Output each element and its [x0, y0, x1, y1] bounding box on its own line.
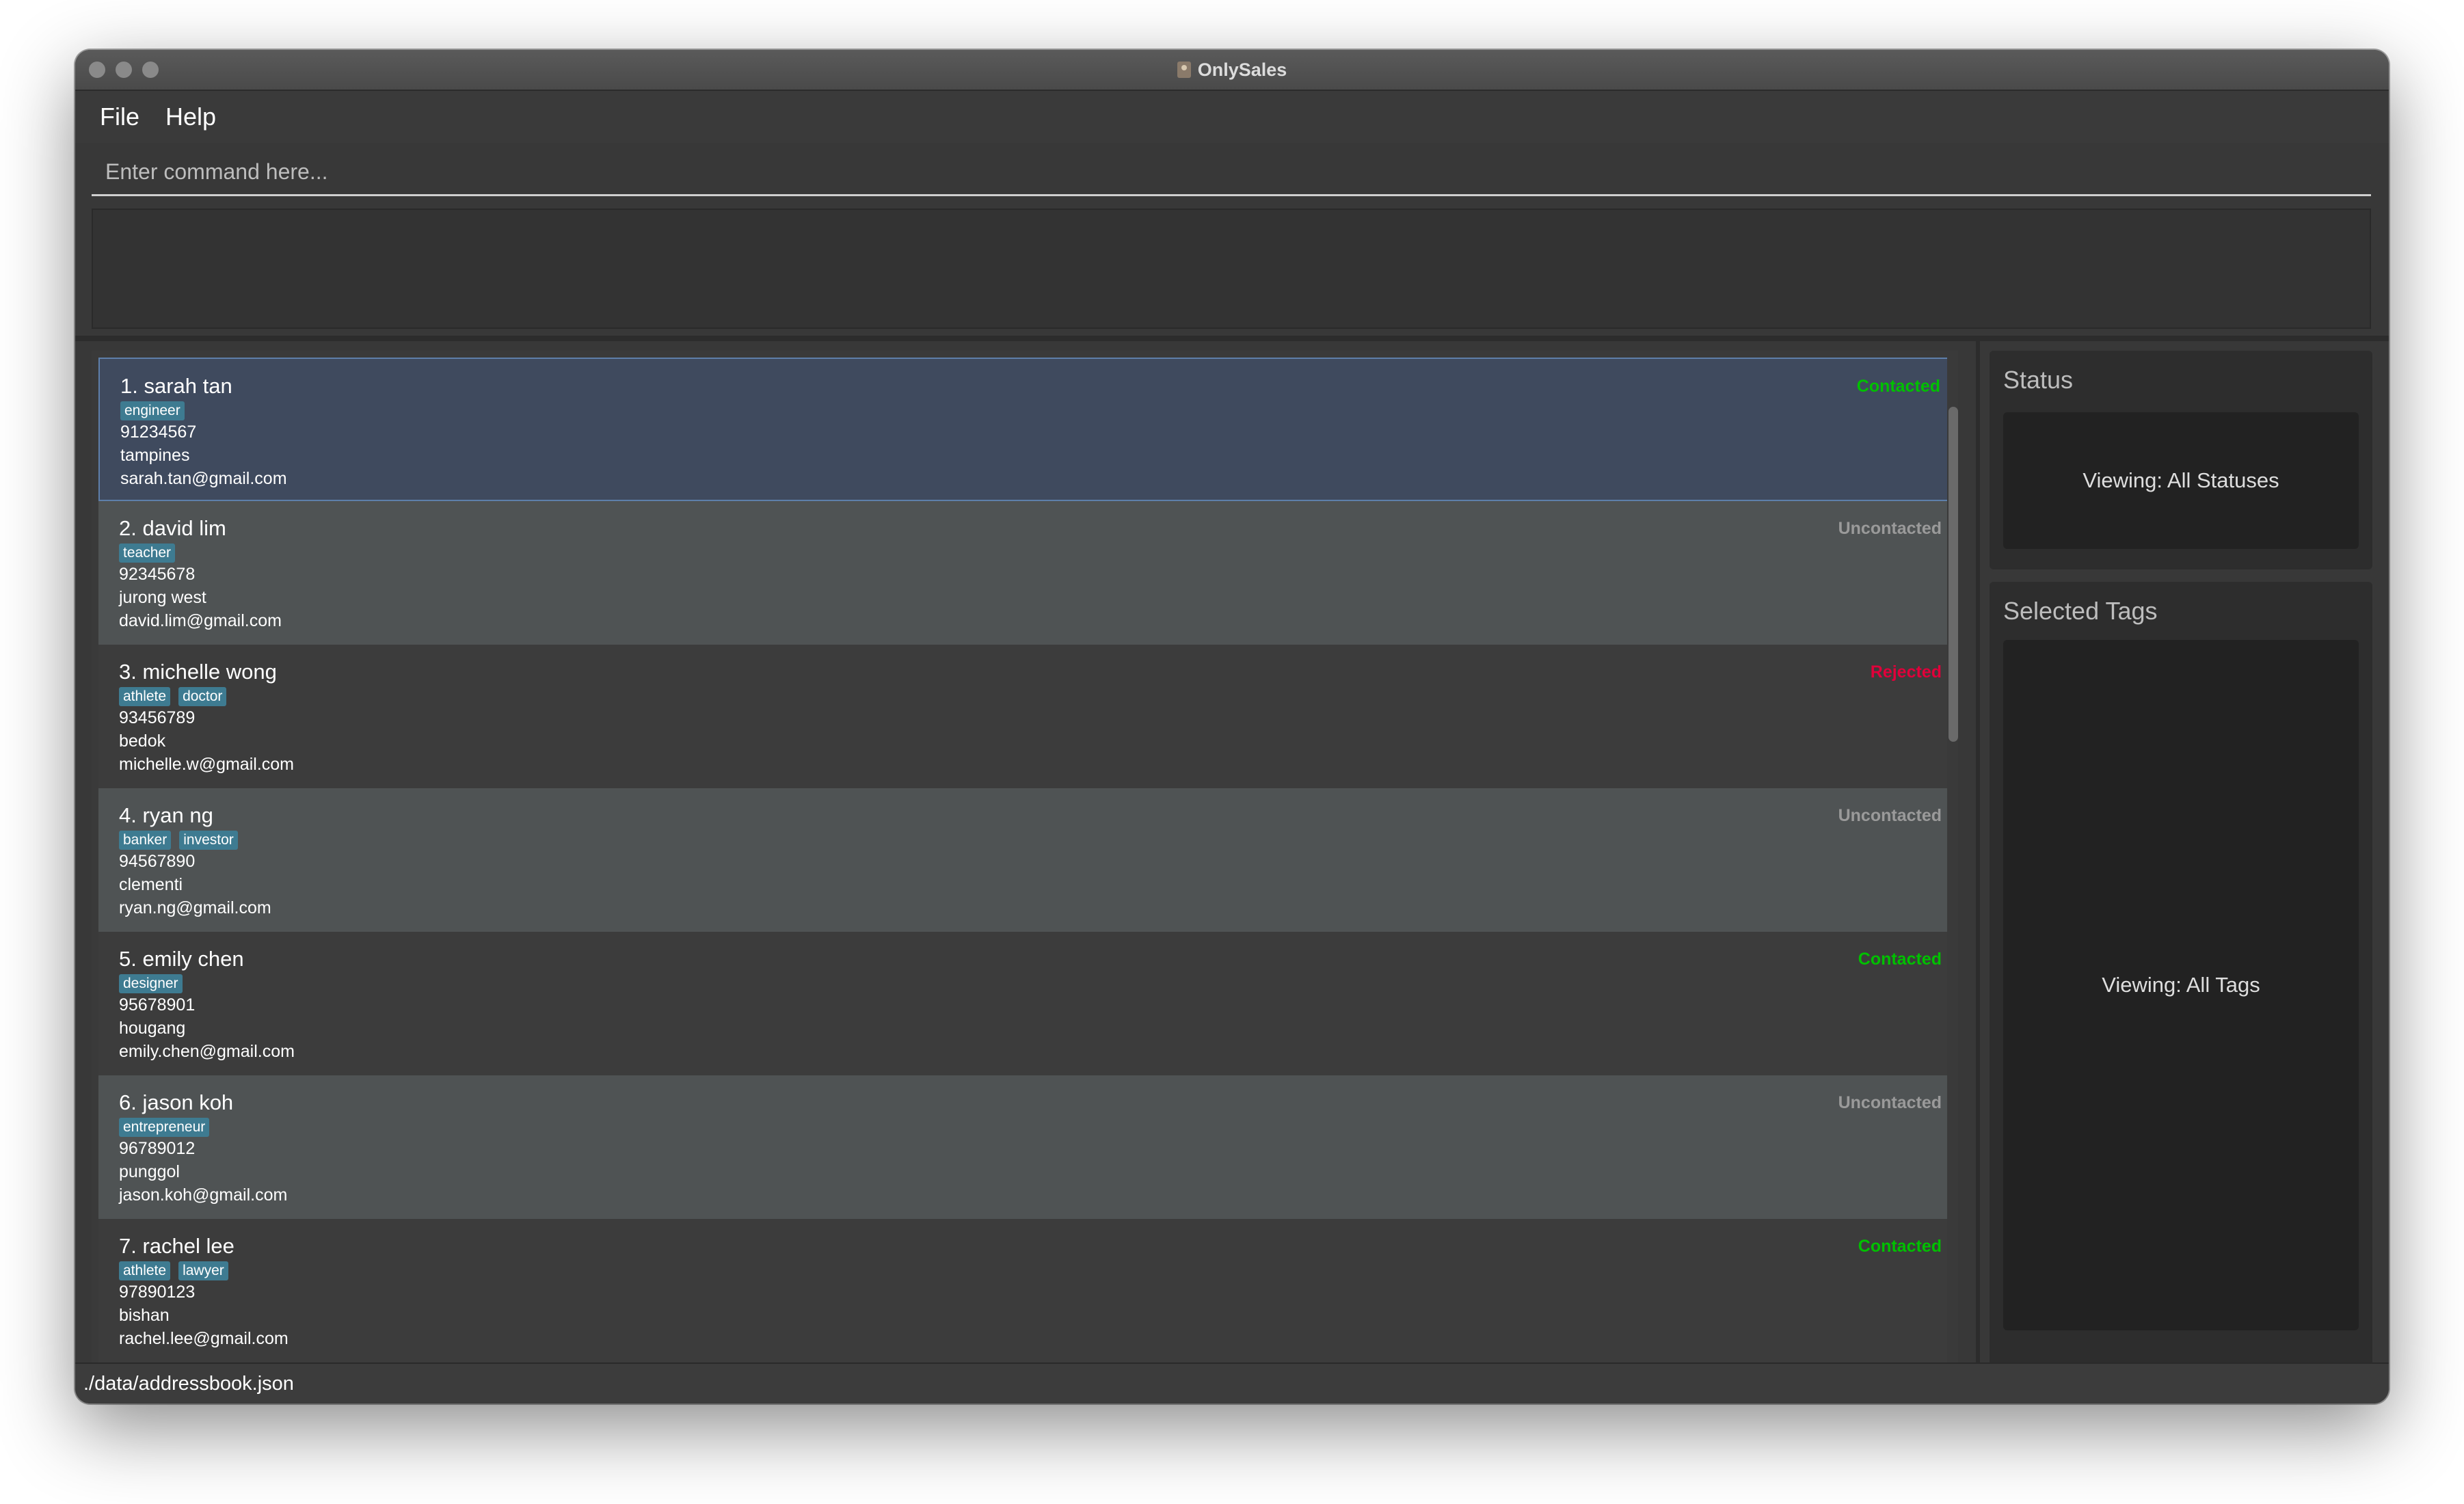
title-bar: OnlySales [75, 50, 2389, 91]
person-list[interactable]: 1. sarah tan engineer 91234567 tampines sara… [98, 358, 1949, 1362]
menu-bar: File Help [75, 91, 2389, 143]
tag-badge: designer [119, 974, 183, 993]
tag-list: athlete doctor [119, 687, 1928, 706]
person-email: david.lim@gmail.com [119, 611, 282, 630]
person-status: Rejected [1870, 662, 1942, 682]
selected-tags-title: Selected Tags [2003, 597, 2158, 625]
person-phone: 91234567 [120, 422, 197, 442]
person-address: jurong west [119, 588, 206, 607]
person-address: clementi [119, 875, 183, 894]
person-name: 3. michelle wong [119, 660, 277, 684]
person-phone: 94567890 [119, 852, 196, 871]
person-phone: 97890123 [119, 1283, 196, 1302]
person-status: Uncontacted [1838, 1093, 1942, 1112]
person-phone: 96789012 [119, 1139, 196, 1158]
person-phone: 93456789 [119, 708, 196, 727]
person-card[interactable]: 5. emily chen designer 95678901 hougang emil… [98, 932, 1949, 1075]
tags-filter-value: Viewing: All Tags [2102, 973, 2260, 997]
tag-badge: athlete [119, 1261, 171, 1280]
window-title: OnlySales [1197, 59, 1287, 80]
person-address: hougang [119, 1019, 186, 1038]
person-name: 7. rachel lee [119, 1234, 235, 1258]
tag-badge: investor [179, 831, 238, 850]
pane-divider [75, 336, 2389, 341]
command-input[interactable] [92, 150, 2371, 196]
status-filter-value: Viewing: All Statuses [2083, 468, 2279, 492]
tag-list: designer [119, 974, 1928, 993]
menu-file[interactable]: File [100, 103, 139, 131]
tag-badge: lawyer [178, 1261, 228, 1280]
tag-badge: engineer [120, 401, 185, 420]
person-card[interactable]: 7. rachel lee athlete lawyer 97890123 bishan… [98, 1219, 1949, 1362]
person-card[interactable]: 4. ryan ng banker investor 94567890 clementi… [98, 788, 1949, 932]
tag-list: teacher [119, 543, 1928, 563]
person-email: michelle.w@gmail.com [119, 755, 294, 774]
status-filter-display[interactable]: Viewing: All Statuses [2003, 412, 2359, 549]
tag-badge: entrepreneur [119, 1118, 210, 1137]
person-name: 6. jason koh [119, 1090, 234, 1114]
status-panel-title: Status [2003, 366, 2074, 394]
tag-badge: teacher [119, 543, 176, 563]
person-address: punggol [119, 1162, 180, 1181]
app-icon [1177, 62, 1191, 78]
person-name: 2. david lim [119, 516, 226, 540]
person-address: bedok [119, 731, 166, 751]
status-panel: Status Viewing: All Statuses [1990, 351, 2372, 569]
person-list-scrollbar[interactable] [1947, 358, 1958, 1404]
selected-tags-panel: Selected Tags Viewing: All Tags [1990, 582, 2372, 1399]
person-card[interactable]: 1. sarah tan engineer 91234567 tampines sara… [98, 358, 1949, 501]
person-name: 4. ryan ng [119, 803, 213, 827]
status-bar: ./data/addressbook.json [75, 1362, 2389, 1404]
person-card[interactable]: 2. david lim teacher 92345678 jurong west da… [98, 501, 1949, 645]
tag-list: entrepreneur [119, 1118, 1928, 1137]
tag-list: banker investor [119, 831, 1928, 850]
person-status: Uncontacted [1838, 519, 1942, 538]
person-email: rachel.lee@gmail.com [119, 1329, 289, 1348]
scrollbar-thumb[interactable] [1949, 407, 1958, 742]
person-email: sarah.tan@gmail.com [120, 469, 287, 488]
person-address: tampines [120, 446, 190, 465]
person-phone: 92345678 [119, 565, 196, 584]
result-display [92, 209, 2371, 329]
person-email: jason.koh@gmail.com [119, 1185, 288, 1205]
person-email: ryan.ng@gmail.com [119, 898, 271, 917]
person-name: 1. sarah tan [120, 374, 232, 398]
person-phone: 95678901 [119, 995, 196, 1015]
tag-list: engineer [120, 401, 1927, 420]
person-status: Contacted [1858, 1237, 1942, 1256]
tag-badge: athlete [119, 687, 171, 706]
sidebar-divider[interactable] [1976, 341, 1980, 1404]
person-list-panel: 1. sarah tan engineer 91234567 tampines sara… [92, 351, 1958, 1404]
tag-list: athlete lawyer [119, 1261, 1928, 1280]
person-name: 5. emily chen [119, 947, 244, 971]
app-window: OnlySales File Help 1. sarah tan engineer… [75, 50, 2389, 1404]
person-card[interactable]: 6. jason koh entrepreneur 96789012 punggol j… [98, 1075, 1949, 1219]
person-status: Contacted [1858, 950, 1942, 969]
person-status: Uncontacted [1838, 806, 1942, 825]
person-status: Contacted [1856, 377, 1940, 396]
menu-help[interactable]: Help [165, 103, 216, 131]
person-email: emily.chen@gmail.com [119, 1042, 295, 1061]
person-card[interactable]: 3. michelle wong athlete doctor 93456789 bed… [98, 645, 1949, 788]
tags-filter-display[interactable]: Viewing: All Tags [2003, 640, 2359, 1330]
file-path: ./data/addressbook.json [83, 1372, 294, 1395]
tag-badge: banker [119, 831, 172, 850]
tag-badge: doctor [178, 687, 227, 706]
person-address: bishan [119, 1306, 170, 1325]
